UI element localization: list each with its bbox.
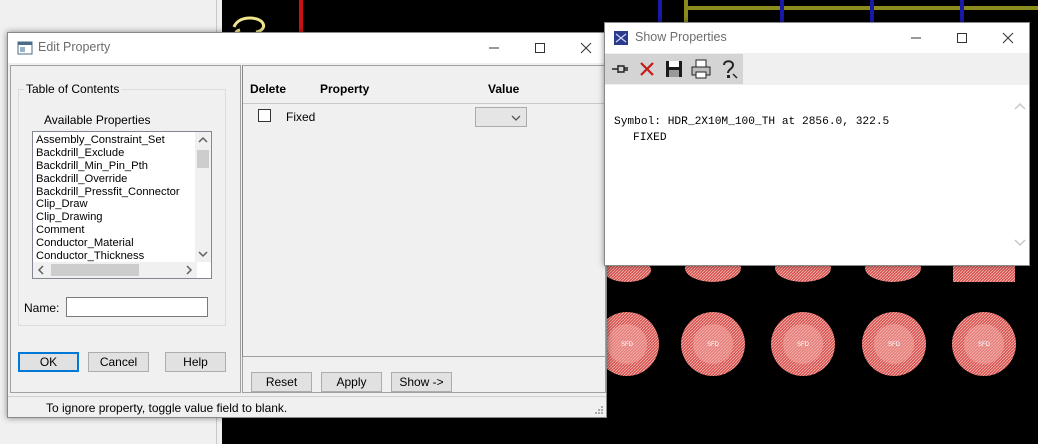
maximize-button[interactable] (939, 23, 985, 53)
list-item[interactable]: Conductor_Material (33, 237, 193, 250)
available-properties-list[interactable]: Assembly_Constraint_Set Backdrill_Exclud… (32, 131, 212, 279)
reset-button[interactable]: Reset (251, 372, 312, 392)
minimize-button[interactable] (893, 23, 939, 53)
list-item[interactable]: Backdrill_Pressfit_Connector (33, 186, 193, 199)
apply-button[interactable]: Apply (321, 372, 382, 392)
toolbar (605, 54, 743, 84)
scroll-up-arrow-icon[interactable] (1011, 99, 1029, 113)
property-grid-panel (242, 65, 606, 357)
app-window-icon (614, 31, 628, 45)
toc-legend: Table of Contents (24, 82, 122, 96)
scroll-left-arrow-icon[interactable] (34, 262, 48, 278)
pad-label: SFD (888, 342, 901, 348)
list-item[interactable]: Backdrill_Exclude (33, 147, 193, 160)
resize-grip-icon[interactable] (594, 405, 604, 415)
list-item[interactable]: Backdrill_Override (33, 173, 193, 186)
list-item[interactable]: Assembly_Constraint_Set (33, 134, 193, 147)
symbol-line: Symbol: HDR_2X10M_100_TH at 2856.0, 322.… (614, 116, 890, 128)
close-icon (580, 42, 592, 54)
list-item[interactable]: Conductor_Thickness (33, 250, 193, 263)
app-window-icon (17, 41, 33, 55)
scroll-up-arrow-icon[interactable] (195, 133, 211, 147)
close-button[interactable] (563, 33, 609, 63)
show-properties-titlebar[interactable]: Show Properties (605, 23, 1029, 53)
grid-header (243, 66, 605, 104)
list-item[interactable]: Comment (33, 224, 193, 237)
fixed-line: FIXED (633, 132, 667, 144)
name-input[interactable] (66, 297, 208, 317)
help-icon[interactable] (715, 56, 741, 82)
pad-label: SFD (797, 342, 810, 348)
pad-label: SFD (707, 342, 720, 348)
window-title: Show Properties (635, 30, 727, 44)
status-text: To ignore property, toggle value field t… (46, 401, 288, 415)
chevron-down-icon (511, 115, 521, 121)
horizontal-scrollbar[interactable] (33, 262, 197, 278)
cancel-button[interactable]: Cancel (88, 352, 149, 372)
delete-column-header: Delete (250, 82, 287, 96)
maximize-icon (535, 43, 545, 53)
list-item[interactable]: Backdrill_Min_Pin_Pth (33, 160, 193, 173)
horizontal-scroll-thumb[interactable] (51, 264, 139, 276)
value-column-header: Value (488, 82, 520, 96)
save-icon[interactable] (661, 56, 687, 82)
close-x-icon[interactable] (634, 56, 660, 82)
vertical-scrollbar[interactable] (1011, 85, 1029, 265)
property-name: Fixed (286, 110, 316, 124)
edit-property-titlebar[interactable]: Edit Property (8, 33, 606, 63)
maximize-icon (957, 33, 967, 43)
property-column-header: Property (320, 82, 370, 96)
close-icon (1002, 32, 1014, 44)
scroll-down-arrow-icon[interactable] (1011, 235, 1029, 249)
properties-output[interactable]: Symbol: HDR_2X10M_100_TH at 2856.0, 322.… (605, 85, 1011, 265)
pin-icon[interactable] (607, 56, 633, 82)
list-item[interactable]: Clip_Drawing (33, 211, 193, 224)
show-button[interactable]: Show -> (391, 372, 452, 392)
name-label: Name: (24, 301, 60, 315)
window-title: Edit Property (38, 40, 111, 54)
print-icon[interactable] (688, 56, 714, 82)
available-properties-label: Available Properties (44, 113, 151, 127)
vertical-scroll-thumb[interactable] (197, 150, 209, 168)
scroll-right-arrow-icon[interactable] (182, 262, 196, 278)
ok-button[interactable]: OK (18, 352, 79, 372)
vertical-scrollbar[interactable] (195, 132, 211, 262)
scroll-down-arrow-icon[interactable] (195, 247, 211, 261)
status-bar: To ignore property, toggle value field t… (8, 396, 606, 417)
minimize-button[interactable] (471, 33, 517, 63)
pad-label: SFD (978, 342, 991, 348)
pad-label: SFD (621, 342, 634, 348)
show-properties-window[interactable]: Show Properties Symbol: HDR_2X10M_100_TH… (604, 22, 1030, 266)
minimize-icon (489, 47, 499, 49)
close-button[interactable] (985, 23, 1031, 53)
delete-checkbox[interactable] (258, 109, 271, 122)
help-button[interactable]: Help (165, 352, 226, 372)
edit-property-window[interactable]: Edit Property Table of Contents Availabl… (7, 32, 607, 418)
value-dropdown[interactable] (475, 107, 527, 127)
property-list-items: Assembly_Constraint_Set Backdrill_Exclud… (33, 134, 193, 263)
maximize-button[interactable] (517, 33, 563, 63)
minimize-icon (911, 37, 921, 39)
list-item[interactable]: Clip_Draw (33, 198, 193, 211)
